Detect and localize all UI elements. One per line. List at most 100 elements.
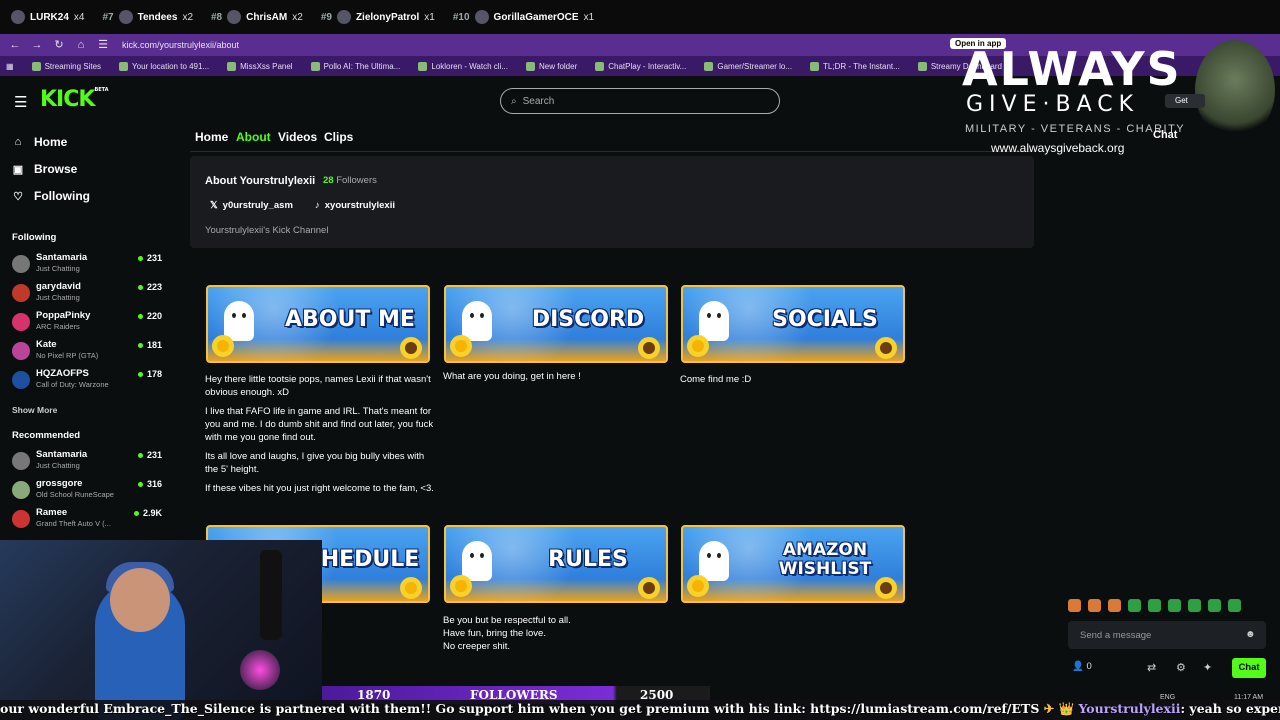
- sidebar-channel[interactable]: grossgore Old School RuneScape 316: [12, 478, 162, 504]
- users-icon: 👤: [1072, 661, 1084, 672]
- tiktok-handle: xyourstrulylexii: [324, 200, 395, 211]
- sidebar-channel[interactable]: Santamaria Just Chatting 231: [12, 449, 162, 475]
- home-icon[interactable]: ⌂: [74, 38, 88, 52]
- panel-discord[interactable]: DISCORD: [444, 285, 668, 363]
- site-settings-icon[interactable]: ☰: [96, 38, 110, 52]
- emote-icon[interactable]: [1148, 599, 1161, 612]
- bookmark-item[interactable]: Streaming Sites: [31, 61, 102, 71]
- panel-socials[interactable]: SOCIALS: [681, 285, 905, 363]
- sidebar-channel[interactable]: Santamaria Just Chatting 231: [12, 252, 162, 278]
- viewer-count: 181: [137, 340, 162, 350]
- sidebar-channel[interactable]: Kate No Pixel RP (GTA) 181: [12, 339, 162, 365]
- panel-wishlist[interactable]: AMAZON WISHLIST: [681, 525, 905, 603]
- socials-text: Come find me :D: [680, 374, 752, 385]
- sidebar-channel[interactable]: PoppaPinky ARC Raiders 220: [12, 310, 162, 336]
- emote-icon[interactable]: [1228, 599, 1241, 612]
- channel-category: Old School RuneScape: [36, 490, 114, 499]
- chat-users[interactable]: 👤 0: [1072, 661, 1092, 672]
- tab-clips[interactable]: Clips: [324, 130, 353, 144]
- ghost-icon: [699, 301, 729, 341]
- viewer-count: 223: [137, 282, 162, 292]
- tab-home[interactable]: Home: [195, 130, 228, 144]
- ghost-icon: [462, 301, 492, 341]
- bookmark-icon: [526, 61, 535, 71]
- bookmark-label: Streaming Sites: [44, 61, 102, 71]
- emote-icon[interactable]: [1088, 599, 1101, 612]
- sidebar-channel[interactable]: garydavid Just Chatting 223: [12, 281, 162, 307]
- sidebar-channel[interactable]: HQZAOFPS Call of Duty: Warzone 178: [12, 368, 162, 394]
- nav-browse-label: Browse: [34, 162, 78, 176]
- recommended-heading: Recommended: [12, 430, 81, 441]
- search-input[interactable]: ⌕ Search: [500, 88, 780, 114]
- channel-name: Santamaria: [36, 252, 88, 263]
- bookmark-label: ChatPlay - Interactiv...: [608, 61, 687, 71]
- tiktok-icon: ♪: [315, 200, 320, 211]
- bookmark-item[interactable]: ChatPlay - Interactiv...: [595, 61, 687, 71]
- rules-text: Be you but be respectful to all. Have fu…: [443, 614, 571, 653]
- avatar: [12, 481, 30, 499]
- back-icon[interactable]: ←: [8, 38, 22, 52]
- emote-icon[interactable]: [1068, 599, 1081, 612]
- gear-icon[interactable]: ⚙: [1176, 661, 1186, 674]
- live-dot-icon: [137, 453, 143, 459]
- menu-icon[interactable]: ☰: [14, 93, 27, 111]
- emote-icon[interactable]: [1208, 599, 1221, 612]
- tab-videos[interactable]: Videos: [278, 130, 317, 144]
- emote-icon[interactable]: [1168, 599, 1181, 612]
- bookmark-label: MissXss Panel: [240, 61, 293, 71]
- channel-name: HQZAOFPS: [36, 368, 89, 379]
- nav-following[interactable]: ♡ Following: [12, 189, 90, 203]
- bookmark-label: Your location to 491...: [132, 61, 210, 71]
- followers-count: 28 Followers: [323, 175, 377, 186]
- show-more-link[interactable]: Show More: [12, 405, 57, 415]
- avatar: [12, 510, 30, 528]
- bookmark-item[interactable]: TL;DR - The Instant...: [810, 61, 900, 71]
- emote-icon[interactable]: [1128, 599, 1141, 612]
- bookmark-item[interactable]: Lokloren - Watch cli...: [418, 61, 508, 71]
- panel-title: SOCIALS: [772, 307, 878, 332]
- avatar: [12, 284, 30, 302]
- emoji-picker-icon[interactable]: ☻: [1245, 629, 1256, 640]
- panel-rules[interactable]: RULES: [444, 525, 668, 603]
- live-dot-icon: [137, 372, 143, 378]
- channel-category: Just Chatting: [36, 293, 80, 302]
- home-icon: ⌂: [14, 136, 22, 148]
- reload-icon[interactable]: ↻: [52, 38, 66, 52]
- panel-about-me[interactable]: ABOUT ME: [206, 285, 430, 363]
- viewer-count: 231: [137, 450, 162, 460]
- bookmark-icon: [917, 61, 927, 71]
- tiktok-social-link[interactable]: ♪ xyourstrulylexii: [315, 200, 395, 211]
- emote-icon[interactable]: [1108, 599, 1121, 612]
- settings-icon[interactable]: ✦: [1203, 661, 1212, 674]
- x-social-link[interactable]: 𝕏y0urstruly_asm: [210, 200, 293, 211]
- leaderboard-rank: #8: [211, 11, 223, 23]
- forward-icon[interactable]: →: [30, 38, 44, 52]
- about-me-paragraph: Hey there little tootsie pops, names Lex…: [205, 374, 431, 398]
- avatar: [12, 342, 30, 360]
- live-dot-icon: [137, 482, 143, 488]
- bookmark-icon: [810, 61, 820, 71]
- apps-icon[interactable]: ▦: [6, 62, 14, 71]
- send-chat-button[interactable]: Chat: [1232, 658, 1266, 678]
- nav-browse[interactable]: ▣ Browse: [12, 162, 78, 176]
- bookmark-item[interactable]: New folder: [526, 61, 577, 71]
- leaderboard-entry: #7 Tendees x2: [102, 10, 193, 24]
- sidebar-channel[interactable]: Ramee Grand Theft Auto V (... 2.9K: [12, 507, 162, 533]
- nav-home[interactable]: ⌂ Home: [12, 135, 68, 149]
- bookmark-item[interactable]: Pollo AI: The Ultima...: [310, 61, 400, 71]
- overlay-url: www.alwaysgiveback.org: [991, 141, 1125, 155]
- ghost-icon: [699, 541, 729, 581]
- rules-line: Have fun, bring the love.: [443, 628, 546, 639]
- kick-logo[interactable]: KICKBETA: [40, 87, 109, 112]
- tab-about[interactable]: About: [236, 130, 271, 144]
- chat-message-input[interactable]: Send a message: [1068, 621, 1266, 649]
- address-bar[interactable]: kick.com/yourstrulylexii/about: [122, 40, 239, 50]
- swap-icon[interactable]: ⇄: [1147, 661, 1156, 674]
- panel-title: AMAZON WISHLIST: [778, 540, 872, 579]
- bookmark-item[interactable]: Your location to 491...: [119, 61, 210, 71]
- bookmark-item[interactable]: MissXss Panel: [227, 61, 293, 71]
- get-button[interactable]: Get: [1165, 94, 1205, 108]
- bookmark-icon: [119, 61, 129, 71]
- bookmark-item[interactable]: Gamer/Streamer lo...: [704, 61, 792, 71]
- emote-icon[interactable]: [1188, 599, 1201, 612]
